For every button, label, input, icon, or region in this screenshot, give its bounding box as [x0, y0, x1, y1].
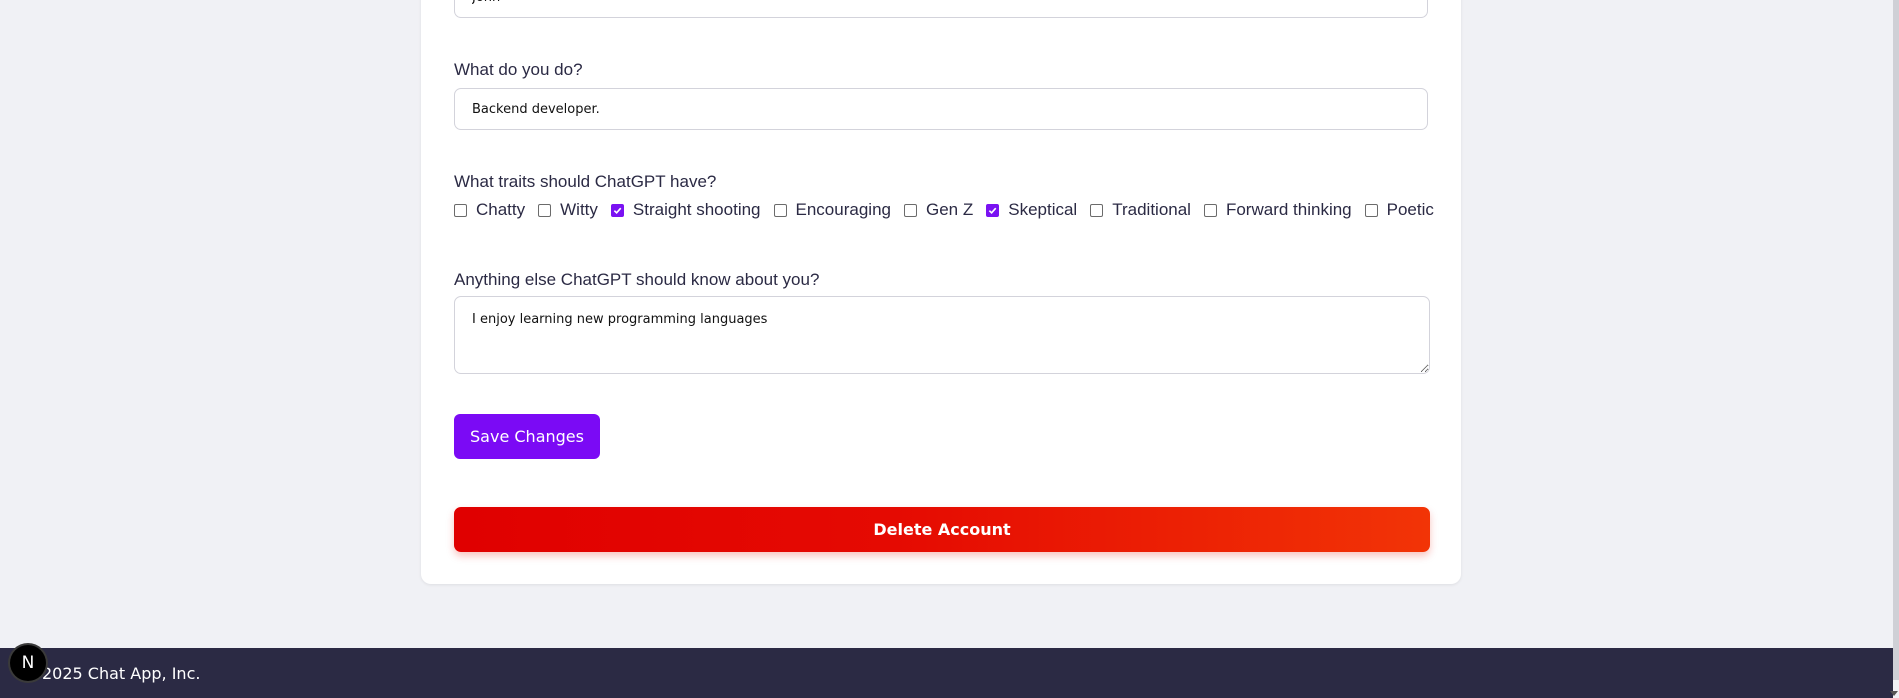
trait-label: Forward thinking — [1225, 200, 1352, 219]
trait-option[interactable]: Forward thinking — [1203, 200, 1352, 220]
about-label: Anything else ChatGPT should know about … — [454, 270, 820, 289]
occupation-input[interactable] — [454, 88, 1428, 130]
checkbox-icon[interactable] — [1364, 203, 1378, 217]
checkbox-icon[interactable] — [1090, 203, 1104, 217]
trait-option[interactable]: Straight shooting — [610, 200, 761, 220]
save-changes-button[interactable]: Save Changes — [454, 414, 600, 459]
checkbox-checked-icon[interactable] — [986, 203, 1000, 217]
about-textarea[interactable]: I enjoy learning new programming languag… — [454, 296, 1430, 374]
checkbox-icon[interactable] — [454, 203, 467, 217]
delete-account-button[interactable]: Delete Account — [454, 507, 1430, 552]
checkbox-icon[interactable] — [903, 203, 917, 217]
n-logo-icon: N — [21, 653, 35, 673]
trait-option[interactable]: Witty — [538, 200, 598, 220]
copyright-text: 2025 Chat App, Inc. — [42, 664, 201, 683]
traits-checkbox-group: Chatty Witty Straight shooting Encouraging G… — [454, 200, 1434, 220]
checkbox-icon[interactable] — [773, 203, 787, 217]
trait-label: Witty — [560, 200, 598, 219]
trait-option[interactable]: Skeptical — [986, 200, 1077, 220]
trait-option[interactable]: Chatty — [454, 200, 525, 220]
trait-option[interactable]: Traditional — [1090, 200, 1191, 220]
trait-label: Gen Z — [925, 200, 974, 219]
trait-option[interactable]: Gen Z — [903, 200, 974, 220]
trait-label: Chatty — [476, 200, 526, 219]
trait-label: Poetic — [1386, 200, 1434, 219]
trait-label: Traditional — [1112, 200, 1191, 219]
trait-label: Skeptical — [1008, 200, 1078, 219]
trait-label: Straight shooting — [632, 200, 761, 219]
occupation-label: What do you do? — [454, 60, 583, 79]
trait-label: Encouraging — [795, 200, 891, 219]
scrollbar-thumb[interactable] — [1893, 0, 1899, 680]
checkbox-icon[interactable] — [538, 203, 552, 217]
next-dev-badge[interactable]: N — [10, 645, 46, 681]
footer: 2025 Chat App, Inc. — [0, 648, 1899, 698]
checkbox-checked-icon[interactable] — [610, 203, 624, 217]
trait-option[interactable]: Poetic — [1364, 200, 1434, 220]
name-input[interactable] — [454, 0, 1428, 18]
scrollbar[interactable] — [1890, 0, 1899, 698]
trait-option[interactable]: Encouraging — [773, 200, 891, 220]
scroll-down-arrow-icon[interactable] — [1890, 691, 1898, 696]
checkbox-icon[interactable] — [1203, 203, 1217, 217]
traits-label: What traits should ChatGPT have? — [454, 172, 717, 191]
